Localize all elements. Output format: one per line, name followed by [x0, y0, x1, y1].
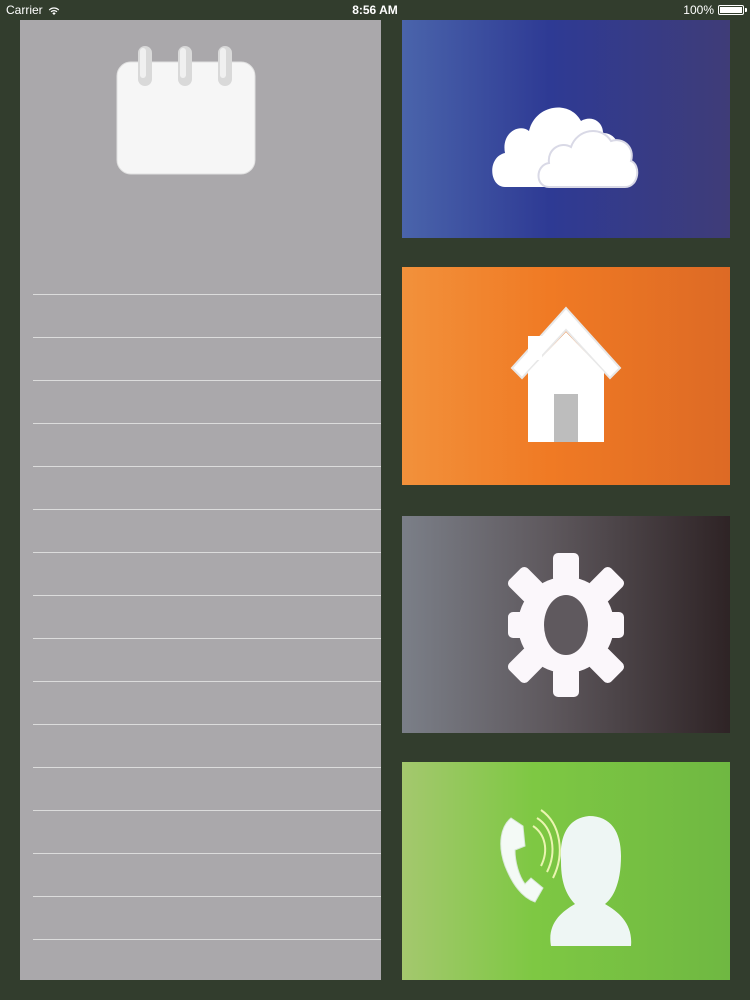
battery-icon [718, 5, 747, 15]
battery-group: 100% [683, 3, 747, 17]
battery-percent: 100% [683, 3, 714, 17]
settings-tile[interactable] [402, 516, 730, 733]
gear-icon [507, 552, 625, 697]
note-lines [33, 294, 381, 980]
home-icon [510, 306, 622, 442]
notes-panel[interactable] [20, 20, 381, 980]
phone-contact-icon [500, 809, 632, 946]
home-tile[interactable] [402, 267, 730, 485]
calendar-icon[interactable] [116, 44, 258, 176]
cloud-icon [492, 107, 639, 188]
contact-tile[interactable] [402, 762, 730, 980]
status-bar: Carrier 8:56 AM 100% [0, 0, 750, 20]
cloud-tile[interactable] [402, 20, 730, 238]
clock: 8:56 AM [352, 3, 398, 17]
